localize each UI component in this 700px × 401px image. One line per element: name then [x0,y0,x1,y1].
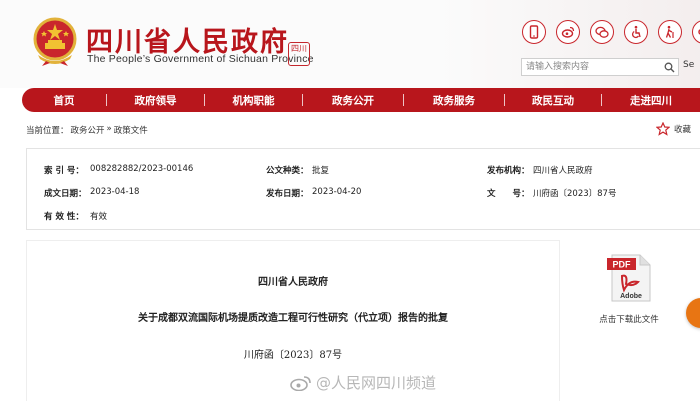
watermark: @人民网四川频道 [290,372,436,393]
star-icon [656,122,670,136]
nav-item-institutions[interactable]: 机构职能 [205,93,302,108]
accessibility-icon[interactable] [624,20,648,44]
pdf-file-icon[interactable]: PDF Adobe [606,254,652,302]
created-date-value: 2023-04-18 [90,187,140,197]
national-emblem-icon [33,17,77,66]
pdf-badge-text: PDF [613,260,632,270]
mini-program-icon[interactable] [692,20,700,44]
seal-logo: 四川 [288,42,310,66]
breadcrumb-prefix: 当前位置： [26,126,69,136]
search-input[interactable] [522,59,660,75]
nav-item-interaction[interactable]: 政民互动 [505,93,601,108]
document-org: 四川省人民政府 [258,277,328,288]
wechat-icon[interactable] [590,20,614,44]
published-date-value: 2023-04-20 [312,187,362,197]
weibo-icon[interactable] [556,20,580,44]
header-icon-row [522,20,700,44]
seal-text: 四川 [291,44,307,53]
elderly-icon[interactable] [658,20,682,44]
favorite-label: 收藏 [674,125,692,135]
published-date-label: 发布日期： [266,189,309,199]
validity-value: 有效 [90,212,108,222]
breadcrumb-link-policy-docs[interactable]: 政策文件 [114,124,148,136]
document-title: 关于成都双流国际机场提质改造工程可行性研究（代立项）报告的批复 [138,313,448,324]
nav-item-about-sichuan[interactable]: 走进四川 [602,93,700,108]
nav-item-gov-affairs[interactable]: 政务公开 [303,93,403,108]
breadcrumb-separator: » [106,124,112,134]
site-header: 四川省人民政府 The People’s Government of Sichu… [0,0,700,88]
document-number: 川府函〔2023〕87号 [243,350,343,361]
breadcrumb: 当前位置： 政务公开 » 政策文件 [26,124,148,136]
doc-type-value: 批复 [312,166,330,176]
index-number-label: 索 引 号： [44,166,84,176]
site-subtitle: The People’s Government of Sichuan Provi… [87,53,314,65]
created-date-label: 成文日期： [44,189,87,199]
weibo-logo-icon [290,375,311,391]
validity-label: 有 效 性： [44,212,84,222]
doc-number-label: 文 号： [487,189,530,199]
download-link[interactable]: 点击下载此文件 [566,313,692,325]
mobile-icon[interactable] [522,20,546,44]
breadcrumb-link-gov-affairs[interactable]: 政务公开 [71,124,105,136]
nav-item-leaders[interactable]: 政府领导 [107,93,204,108]
search-box [521,58,679,76]
watermark-text: @人民网四川频道 [316,374,437,392]
doc-type-label: 公文种类： [266,166,309,176]
nav-item-gov-services[interactable]: 政务服务 [404,93,504,108]
doc-number-value: 川府函〔2023〕87号 [533,189,617,199]
issuer-value: 四川省人民政府 [533,166,593,176]
favorite-button[interactable]: 收藏 [656,122,691,136]
search-button[interactable] [661,60,677,74]
main-nav: 首页 政府领导 机构职能 政务公开 政务服务 政民互动 走进四川 [22,88,700,112]
search-icon [664,62,674,72]
issuer-label: 发布机构： [487,166,530,176]
adobe-text: Adobe [620,293,642,300]
language-link[interactable]: Se [683,60,694,70]
nav-item-home[interactable]: 首页 [22,93,106,108]
index-number-value: 008282882/2023-00146 [90,164,194,174]
